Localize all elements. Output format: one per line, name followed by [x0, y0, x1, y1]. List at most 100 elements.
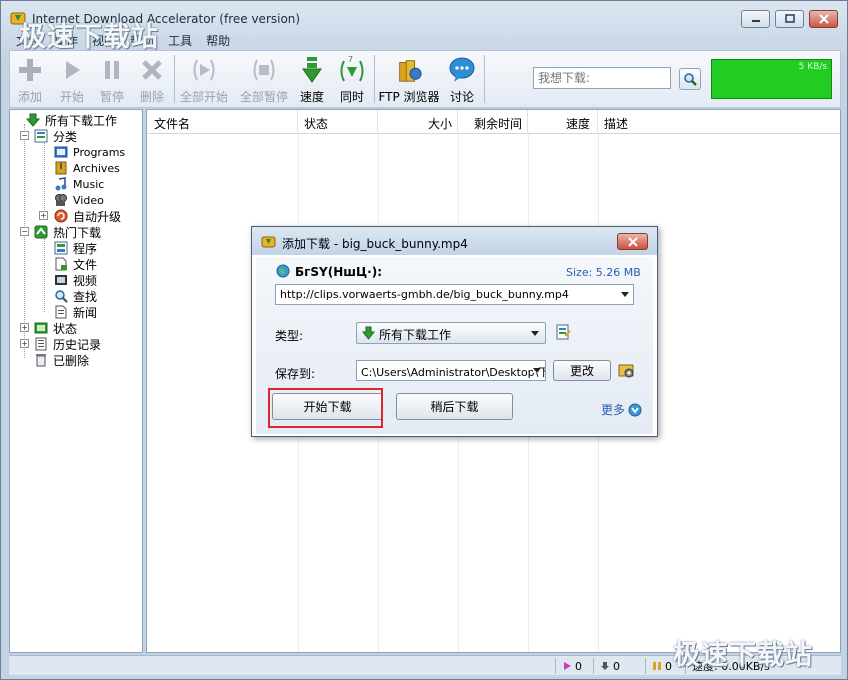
category-tree: 所有下载工作 − 分类 Programs Archives Music Vide… — [9, 109, 143, 653]
add-button[interactable]: 添加 — [14, 54, 46, 106]
delete-button[interactable]: 删除 — [136, 54, 168, 106]
url-value: http://clips.vorwaerts-gmbh.de/big_buck_… — [280, 288, 569, 301]
column-header-speed[interactable]: 速度 — [528, 110, 598, 134]
tree-line — [44, 140, 45, 216]
queued-count-value: 0 — [613, 659, 620, 673]
column-header-remaining[interactable]: 剩余时间 — [458, 110, 528, 134]
pause-button[interactable]: 暂停 — [96, 54, 128, 106]
minimize-button[interactable] — [741, 10, 770, 28]
tree-item-label: 查找 — [73, 289, 98, 304]
news-icon — [55, 305, 67, 319]
download-later-button[interactable]: 稍后下载 — [396, 393, 513, 420]
start-button-label: 开始 — [59, 90, 84, 104]
save-to-label: 保存到: — [275, 367, 316, 381]
expand-toggle[interactable]: + — [39, 211, 48, 220]
toolbar-separator — [174, 55, 175, 103]
close-icon — [818, 14, 829, 24]
toolbar-separator — [374, 55, 375, 103]
tree-item-news[interactable]: 新闻 — [54, 304, 97, 320]
dialog-close-button[interactable] — [617, 233, 648, 250]
minimize-icon — [751, 20, 760, 22]
category-select[interactable]: 所有下载工作 — [356, 322, 546, 344]
tree-item-label: 已删除 — [53, 353, 90, 368]
start-all-button[interactable]: 全部开始 — [178, 54, 230, 106]
tree-item-files[interactable]: 文件 — [54, 256, 97, 272]
collapse-toggle[interactable]: − — [20, 131, 29, 140]
discuss-button[interactable]: 讨论 — [446, 54, 478, 106]
dialog-title: 添加下载 - big_buck_bunny.mp4 — [282, 237, 468, 251]
app-window: Internet Download Accelerator (free vers… — [0, 0, 848, 680]
tree-item-hot-downloads[interactable]: 热门下载 — [34, 224, 101, 240]
tree-item-video[interactable]: Video — [54, 192, 104, 208]
tree-item-history[interactable]: 历史记录 — [34, 336, 101, 352]
column-header-filename[interactable]: 文件名 — [147, 110, 298, 134]
tree-item-archives[interactable]: Archives — [54, 160, 120, 176]
simultaneous-button[interactable]: 7 同时 — [336, 54, 368, 106]
tree-item-programs[interactable]: Programs — [54, 144, 125, 160]
pause-all-label: 全部暂停 — [239, 90, 288, 104]
speed-button-label: 速度 — [299, 90, 324, 104]
download-arrow-icon — [26, 113, 40, 127]
collapse-toggle[interactable]: − — [20, 227, 29, 236]
column-header-description[interactable]: 描述 — [598, 110, 840, 134]
simultaneous-icon: 7 — [340, 55, 364, 82]
menu-tools[interactable]: 工具 — [161, 30, 199, 48]
tree-item-deleted[interactable]: 已删除 — [34, 352, 89, 368]
maximize-button[interactable] — [775, 10, 804, 28]
highlight-box — [268, 388, 383, 428]
globe-icon — [276, 264, 290, 278]
tree-item-label: Programs — [73, 145, 126, 159]
watermark-top: 极速下载站 — [19, 22, 159, 53]
tree-item-status[interactable]: 状态 — [34, 320, 77, 336]
tree-item-music[interactable]: Music — [54, 176, 104, 192]
magnifier-icon — [55, 290, 68, 303]
tree-item-auto-update[interactable]: 自动升级 — [54, 208, 121, 224]
search-input[interactable] — [533, 67, 671, 89]
column-header-status[interactable]: 状态 — [298, 110, 378, 134]
programs-icon — [54, 146, 68, 158]
tree-item-videos[interactable]: 视频 — [54, 272, 97, 288]
menu-help[interactable]: 帮助 — [199, 30, 237, 48]
expand-circle-icon — [628, 403, 642, 416]
folder-settings-icon[interactable] — [618, 361, 636, 379]
save-path-combobox[interactable]: C:\Users\Administrator\Desktop\下载 — [356, 360, 546, 381]
search-button[interactable] — [679, 68, 701, 90]
delete-x-icon — [142, 60, 162, 80]
queued-count: 0 — [593, 658, 620, 674]
tree-item-search[interactable]: 查找 — [54, 288, 97, 304]
dialog-app-icon — [261, 236, 276, 248]
plus-icon — [19, 59, 41, 81]
archive-icon — [55, 161, 67, 175]
list-header: 文件名 状态 大小 剩余时间 速度 描述 — [147, 110, 840, 134]
speed-graph: 5 KB/s — [711, 59, 832, 99]
start-all-label: 全部开始 — [179, 90, 228, 104]
expand-toggle[interactable]: + — [20, 323, 29, 332]
tree-item-label: Archives — [73, 161, 120, 175]
ftp-browser-button[interactable]: FTP 浏览器 — [378, 54, 440, 106]
close-button[interactable] — [809, 10, 838, 28]
start-button[interactable]: 开始 — [56, 54, 88, 106]
trash-icon — [36, 354, 46, 367]
edit-category-button[interactable] — [555, 324, 571, 340]
hot-downloads-icon — [34, 225, 48, 239]
change-folder-button[interactable]: 更改 — [553, 360, 611, 381]
url-combobox[interactable]: http://clips.vorwaerts-gmbh.de/big_buck_… — [275, 284, 634, 305]
dialog-title-bar: 添加下载 - big_buck_bunny.mp4 — [252, 227, 657, 255]
pause-button-label: 暂停 — [99, 90, 124, 104]
music-note-icon — [55, 177, 67, 191]
paused-count: 0 — [645, 658, 672, 674]
more-options-link[interactable]: 更多 — [601, 401, 642, 418]
chevron-down-icon — [621, 292, 629, 297]
auto-update-icon — [54, 209, 68, 223]
pause-icon — [105, 61, 119, 79]
tree-item-label: 状态 — [53, 321, 78, 336]
column-header-size[interactable]: 大小 — [378, 110, 458, 134]
pause-all-button[interactable]: 全部暂停 — [238, 54, 290, 106]
tree-item-all-downloads[interactable]: 所有下载工作 — [26, 112, 117, 128]
expand-toggle[interactable]: + — [20, 339, 29, 348]
tree-item-categories[interactable]: 分类 — [34, 128, 77, 144]
film-icon — [55, 275, 67, 285]
speed-button[interactable]: 速度 — [296, 54, 328, 106]
tree-line — [44, 236, 45, 312]
tree-item-programs-hot[interactable]: 程序 — [54, 240, 97, 256]
